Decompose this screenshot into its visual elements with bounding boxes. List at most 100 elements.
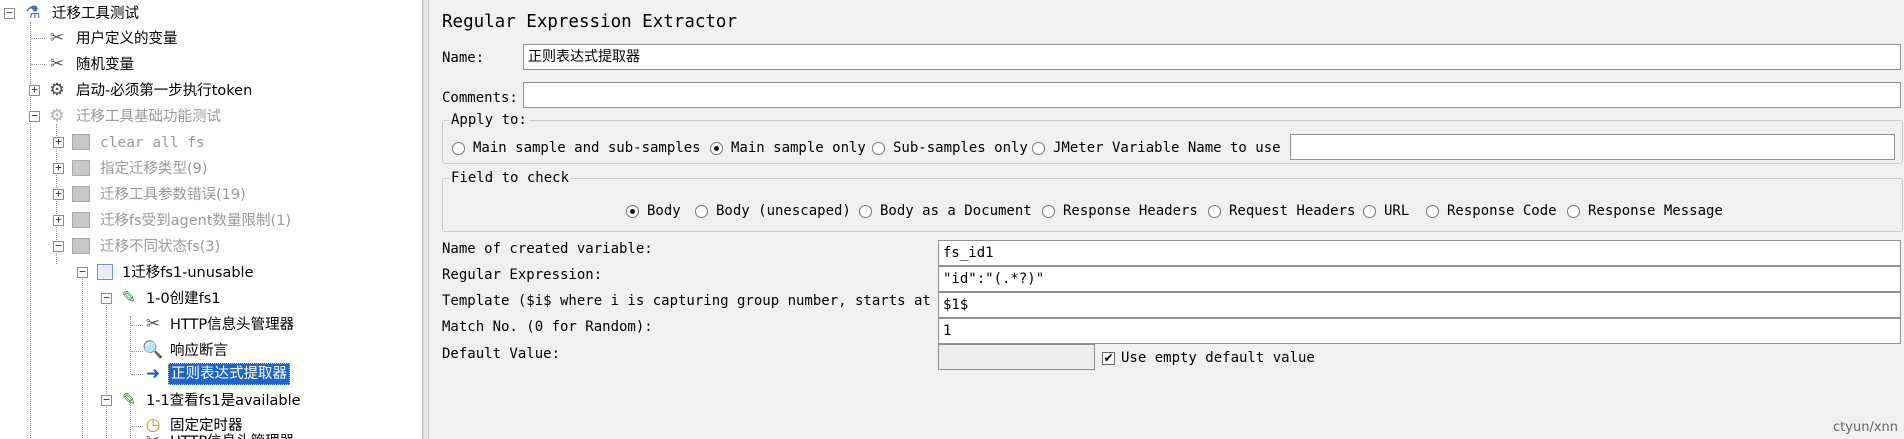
tree-node-http-header-manager-2[interactable]: HTTP信息头管理器 [170,430,294,439]
apply-main-only-label: Main sample only [731,140,866,156]
panel-splitter[interactable] [422,0,429,439]
radio-indicator [695,204,708,218]
radio-indicator [1032,141,1045,155]
controller-icon [72,238,90,254]
field-url-radio[interactable]: URL [1363,203,1409,219]
controller-icon [72,212,90,228]
field-url-label: URL [1384,203,1410,219]
regex-label: Regular Expression: [442,267,603,283]
match-no-label: Match No. (0 for Random): [442,319,653,335]
watermark: ctyun/xnn [1833,420,1898,435]
controller-icon [72,186,90,202]
field-response-headers-label: Response Headers [1063,203,1198,219]
apply-sub-only-radio[interactable]: Sub-samples only [872,140,1028,156]
collapse-toggle[interactable]: − [101,394,112,406]
radio-indicator [1042,204,1055,218]
field-response-code-radio[interactable]: Response Code [1426,203,1557,219]
field-body-radio[interactable]: Body [626,203,681,219]
controller-icon [72,134,90,150]
tree-connector-line [82,270,83,439]
regex-extractor-panel: Regular Expression Extractor Name: 正则表达式… [430,0,1904,439]
expand-toggle[interactable]: + [53,214,64,226]
controller-icon [72,160,90,176]
apply-main-and-sub-label: Main sample and sub-samples [473,140,701,156]
field-body-unescaped-label: Body (unescaped) [716,203,851,219]
radio-indicator [452,141,465,155]
field-to-check-group: Field to check [442,170,1903,232]
default-value-label: Default Value: [442,346,561,362]
apply-to-legend: Apply to: [451,112,527,128]
default-value-field[interactable] [938,344,1095,370]
field-body-document-radio[interactable]: Body as a Document [859,203,1032,219]
wrench-icon: ✂ [49,28,65,48]
tree-node-http-header-manager[interactable]: HTTP信息头管理器 [170,313,294,337]
field-body-unescaped-radio[interactable]: Body (unescaped) [695,203,851,219]
apply-main-only-radio[interactable]: Main sample only [710,140,866,156]
tree-node-basic-tests[interactable]: 迁移工具基础功能测试 [76,105,221,129]
name-label: Name: [442,50,485,66]
field-response-headers-radio[interactable]: Response Headers [1042,203,1198,219]
template-label: Template ($i$ where i is capturing group… [442,293,965,309]
tree-node-migration-type[interactable]: 指定迁移类型(9) [100,157,208,181]
collapse-toggle[interactable]: − [29,110,40,122]
tree-node-startup-token[interactable]: 启动-必须第一步执行token [76,79,252,103]
tree-node-param-errors[interactable]: 迁移工具参数错误(19) [100,183,246,207]
gear-icon: ⚙ [49,80,65,100]
jmeter-variable-name-field[interactable] [1290,134,1895,160]
tree-node-create-fs1[interactable]: 1-0创建fs1 [146,287,221,311]
tree-node-clear-all-fs[interactable]: clear all fs [100,131,205,155]
name-field[interactable]: 正则表达式提取器 [523,44,1901,70]
radio-indicator [1567,204,1580,218]
field-body-document-label: Body as a Document [880,203,1032,219]
tree-node-different-states[interactable]: 迁移不同状态fs(3) [100,235,220,259]
comments-field[interactable] [523,82,1901,108]
collapse-toggle[interactable]: − [101,292,112,304]
collapse-toggle[interactable]: − [4,7,15,19]
expand-toggle[interactable]: + [53,162,64,174]
test-plan-icon: ⚗ [25,3,41,23]
expand-toggle[interactable]: + [29,84,40,96]
tree-node-random-variable[interactable]: 随机变量 [76,53,134,77]
collapse-toggle[interactable]: − [77,266,88,278]
field-request-headers-radio[interactable]: Request Headers [1208,203,1355,219]
field-request-headers-label: Request Headers [1229,203,1356,219]
field-body-label: Body [647,203,681,219]
refname-label: Name of created variable: [442,241,653,257]
radio-indicator [626,204,639,218]
apply-jmeter-variable-radio[interactable]: JMeter Variable Name to use [1032,140,1281,156]
apply-jmeter-variable-label: JMeter Variable Name to use [1053,140,1281,156]
test-plan-tree[interactable]: − ⚗ 迁移工具测试 ✂ 用户定义的变量 ✂ 随机变量 + ⚙ 启动-必须第一步… [0,0,422,439]
tree-node-test-plan[interactable]: 迁移工具测试 [52,2,139,26]
tree-connector-line [106,294,107,439]
use-empty-default-checkbox[interactable]: ✔ Use empty default value [1102,350,1315,366]
panel-title: Regular Expression Extractor [442,12,738,32]
http-sampler-icon: ✎ [121,288,137,308]
http-sampler-icon: ✎ [121,390,137,410]
wrench-icon: ✂ [145,314,161,334]
template-field[interactable]: $1$ [938,292,1901,318]
tree-node-check-fs1-available[interactable]: 1-1查看fs1是available [146,389,301,413]
radio-indicator [1426,204,1439,218]
field-response-message-radio[interactable]: Response Message [1567,203,1723,219]
thread-group-icon [97,264,113,280]
tree-connector-line [31,64,45,65]
comments-label: Comments: [442,90,518,106]
tree-node-agent-limit[interactable]: 迁移fs受到agent数量限制(1) [100,209,291,233]
tree-node-user-variables[interactable]: 用户定义的变量 [76,27,178,51]
apply-main-and-sub-radio[interactable]: Main sample and sub-samples [452,140,701,156]
radio-indicator [859,204,872,218]
refname-field[interactable]: fs_id1 [938,240,1901,266]
tree-node-fs1-unusable[interactable]: 1迁移fs1-unusable [122,261,254,285]
radio-indicator [872,141,885,155]
match-no-field[interactable]: 1 [938,318,1901,344]
field-response-code-label: Response Code [1447,203,1557,219]
magnifier-icon: 🔍 [142,340,164,360]
expand-toggle[interactable]: + [53,136,64,148]
regex-field[interactable]: "id":"(.*?)" [938,266,1901,292]
expand-toggle[interactable]: + [53,188,64,200]
tree-node-regex-extractor[interactable]: 正则表达式提取器 [168,363,290,385]
tree-node-response-assertion[interactable]: 响应断言 [170,339,228,363]
collapse-toggle[interactable]: − [53,240,64,252]
wrench-icon: ✂ [49,54,65,74]
extractor-arrow-icon: ➜ [145,364,161,384]
